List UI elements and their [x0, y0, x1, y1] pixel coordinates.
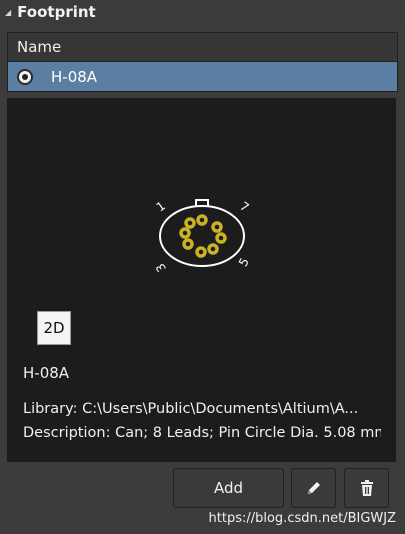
edit-button[interactable] [291, 468, 336, 508]
pad [196, 214, 208, 226]
table-row[interactable]: H-08A [8, 62, 397, 91]
pad [195, 246, 207, 258]
pencil-icon [307, 482, 320, 494]
footprint-table: Name H-08A [7, 32, 398, 92]
pin-label: 7 [237, 199, 251, 215]
name-column-header[interactable]: Name [8, 33, 397, 62]
pad [207, 243, 219, 255]
selected-radio-icon[interactable] [17, 68, 33, 85]
footprint-toolbar: Add [7, 462, 396, 518]
name-column-label: Name [17, 38, 62, 56]
section-title: Footprint [17, 3, 96, 21]
pad [182, 238, 194, 250]
footprint-section-header[interactable]: ◢ Footprint [0, 0, 405, 24]
pad [179, 227, 191, 239]
watermark: https://blog.csdn.net/BIGWJZ [208, 511, 396, 526]
footprint-preview: 1 7 3 5 2D H-08A Library: C:\Users\Publi… [7, 98, 396, 462]
footprint-description: Description: Can; 8 Leads; Pin Circle Di… [23, 425, 381, 441]
pin-label: 1 [154, 199, 168, 215]
pad [211, 221, 223, 233]
footprint-graphic: 1 7 3 5 [153, 199, 252, 275]
pin-label: 5 [236, 255, 252, 269]
view-mode-2d-button[interactable]: 2D [37, 311, 71, 345]
collapse-triangle-icon[interactable]: ◢ [5, 8, 11, 17]
add-button[interactable]: Add [173, 468, 284, 508]
pad [184, 217, 196, 229]
footprint-name: H-08A [23, 364, 70, 382]
pin-label: 3 [153, 261, 169, 275]
trash-icon [360, 480, 373, 496]
pad [215, 232, 227, 244]
library-path: Library: C:\Users\Public\Documents\Altiu… [23, 401, 359, 417]
footprint-row-name: H-08A [51, 67, 98, 86]
delete-button[interactable] [344, 468, 389, 508]
